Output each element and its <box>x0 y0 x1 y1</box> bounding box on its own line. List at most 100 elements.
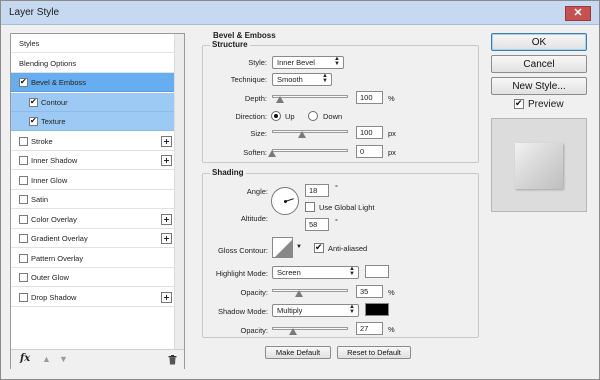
style-item-styles[interactable]: Styles <box>11 34 174 53</box>
styles-scrollbar[interactable] <box>174 34 184 349</box>
style-item-label: Inner Glow <box>31 175 68 185</box>
style-item-inner-shadow[interactable]: Inner Shadow <box>11 151 174 170</box>
style-item-inner-glow[interactable]: Inner Glow <box>11 171 174 190</box>
style-item-checkbox[interactable] <box>19 273 28 282</box>
highlight-opacity-label: Opacity: <box>240 288 268 297</box>
select-arrows-icon: ▲ ▼ <box>349 266 355 277</box>
shadow-mode-select[interactable]: Multiply ▲ ▼ <box>272 304 359 317</box>
preview-thumbnail <box>515 143 563 189</box>
angle-field[interactable]: 18 <box>305 184 329 197</box>
add-effect-icon[interactable] <box>161 291 172 303</box>
shadow-opacity-field[interactable]: 27 <box>356 322 383 335</box>
fx-button[interactable]: fx <box>20 353 30 364</box>
shadow-opacity-slider[interactable] <box>272 327 348 330</box>
angle-dial[interactable] <box>271 187 299 215</box>
style-item-satin[interactable]: Satin <box>11 190 174 209</box>
style-item-blending-options[interactable]: Blending Options <box>11 54 174 73</box>
shadow-color-swatch[interactable] <box>365 303 389 316</box>
highlight-opacity-thumb[interactable] <box>294 290 303 297</box>
depth-slider-thumb[interactable] <box>275 96 284 103</box>
style-item-checkbox[interactable] <box>19 156 28 165</box>
shadow-mode-label: Shadow Mode: <box>217 307 268 316</box>
style-item-label: Satin <box>31 195 49 204</box>
gloss-contour-picker[interactable] <box>272 237 293 258</box>
style-item-texture[interactable]: Texture <box>11 112 174 131</box>
move-up-icon[interactable]: ▲ <box>42 355 51 364</box>
highlight-mode-label: Highlight Mode: <box>215 269 268 278</box>
new-style-button[interactable]: New Style... <box>491 77 587 95</box>
add-effect-icon[interactable] <box>161 213 172 225</box>
preview-checkbox[interactable] <box>514 98 524 109</box>
style-item-checkbox[interactable] <box>19 292 28 302</box>
reset-default-button[interactable]: Reset to Default <box>337 346 411 359</box>
altitude-unit: ° <box>335 217 338 226</box>
select-arrows-icon: ▲ ▼ <box>334 56 340 67</box>
altitude-field[interactable]: 58 <box>305 218 329 231</box>
style-item-pattern-overlay[interactable]: Pattern Overlay <box>11 249 174 268</box>
depth-field[interactable]: 100 <box>356 91 383 104</box>
title-bar[interactable]: Layer Style ✕ <box>1 1 599 25</box>
size-slider-thumb[interactable] <box>298 131 307 138</box>
styles-footer: fx ▲ ▼ <box>11 349 184 369</box>
close-button[interactable]: ✕ <box>565 6 591 21</box>
size-label: Size: <box>250 129 267 138</box>
shadow-opacity-thumb[interactable] <box>288 328 297 335</box>
soften-slider-thumb[interactable] <box>268 150 276 157</box>
depth-unit: % <box>388 94 395 103</box>
style-item-checkbox[interactable] <box>19 136 28 146</box>
gloss-contour-label: Gloss Contour: <box>217 246 268 255</box>
style-item-label: Drop Shadow <box>31 292 77 302</box>
structure-legend: Structure <box>210 40 250 49</box>
contour-dropdown-icon[interactable]: ▼ <box>296 244 302 250</box>
style-item-gradient-overlay[interactable]: Gradient Overlay <box>11 229 174 248</box>
highlight-opacity-field[interactable]: 35 <box>356 285 383 298</box>
soften-field[interactable]: 0 <box>356 145 383 158</box>
style-select[interactable]: Inner Bevel ▲ ▼ <box>272 56 344 69</box>
size-field[interactable]: 100 <box>356 126 383 139</box>
make-default-button[interactable]: Make Default <box>265 346 331 359</box>
shadow-mode-value: Multiply <box>277 306 303 315</box>
style-item-drop-shadow[interactable]: Drop Shadow <box>11 288 174 307</box>
highlight-opacity-slider[interactable] <box>272 289 348 292</box>
style-item-label: Pattern Overlay <box>31 253 84 263</box>
highlight-mode-select[interactable]: Screen ▲ ▼ <box>272 266 359 279</box>
style-item-outer-glow[interactable]: Outer Glow <box>11 268 174 287</box>
soften-slider[interactable] <box>272 149 348 152</box>
technique-select[interactable]: Smooth ▲ ▼ <box>272 73 332 86</box>
highlight-color-swatch[interactable] <box>365 265 389 278</box>
add-effect-icon[interactable] <box>161 233 172 244</box>
style-item-checkbox[interactable] <box>19 77 28 87</box>
add-effect-icon[interactable] <box>161 135 172 147</box>
style-item-label: Inner Shadow <box>31 156 78 165</box>
trash-icon[interactable] <box>168 355 177 365</box>
ok-button[interactable]: OK <box>491 33 587 51</box>
style-item-checkbox[interactable] <box>29 97 38 107</box>
anti-aliased-label: Anti-aliased <box>328 244 368 253</box>
move-down-icon[interactable]: ▼ <box>59 355 68 364</box>
technique-select-value: Smooth <box>277 75 303 84</box>
size-slider[interactable] <box>272 130 348 133</box>
style-item-checkbox[interactable] <box>29 116 38 126</box>
anti-aliased-checkbox[interactable] <box>314 242 324 253</box>
direction-up-radio[interactable] <box>271 111 281 121</box>
style-item-contour[interactable]: Contour <box>11 92 174 112</box>
shadow-opacity-label: Opacity: <box>240 326 268 335</box>
add-effect-icon[interactable] <box>161 155 172 166</box>
style-item-bevel-emboss[interactable]: Bevel & Emboss <box>11 73 174 92</box>
global-light-checkbox[interactable] <box>305 202 315 212</box>
style-item-checkbox[interactable] <box>19 175 28 185</box>
style-item-color-overlay[interactable]: Color Overlay <box>11 210 174 229</box>
altitude-label: Altitude: <box>240 214 268 223</box>
direction-down-radio[interactable] <box>308 111 318 121</box>
style-item-checkbox[interactable] <box>19 214 28 224</box>
style-item-checkbox[interactable] <box>19 234 28 243</box>
style-label: Style: <box>248 58 267 67</box>
style-select-value: Inner Bevel <box>277 58 315 67</box>
cancel-button[interactable]: Cancel <box>491 55 587 73</box>
style-item-checkbox[interactable] <box>19 253 28 263</box>
preview-toggle[interactable]: Preview <box>514 98 574 111</box>
style-item-checkbox[interactable] <box>19 195 28 204</box>
soften-label: Soften: <box>243 148 267 157</box>
style-item-label: Gradient Overlay <box>31 234 88 243</box>
style-item-stroke[interactable]: Stroke <box>11 132 174 151</box>
